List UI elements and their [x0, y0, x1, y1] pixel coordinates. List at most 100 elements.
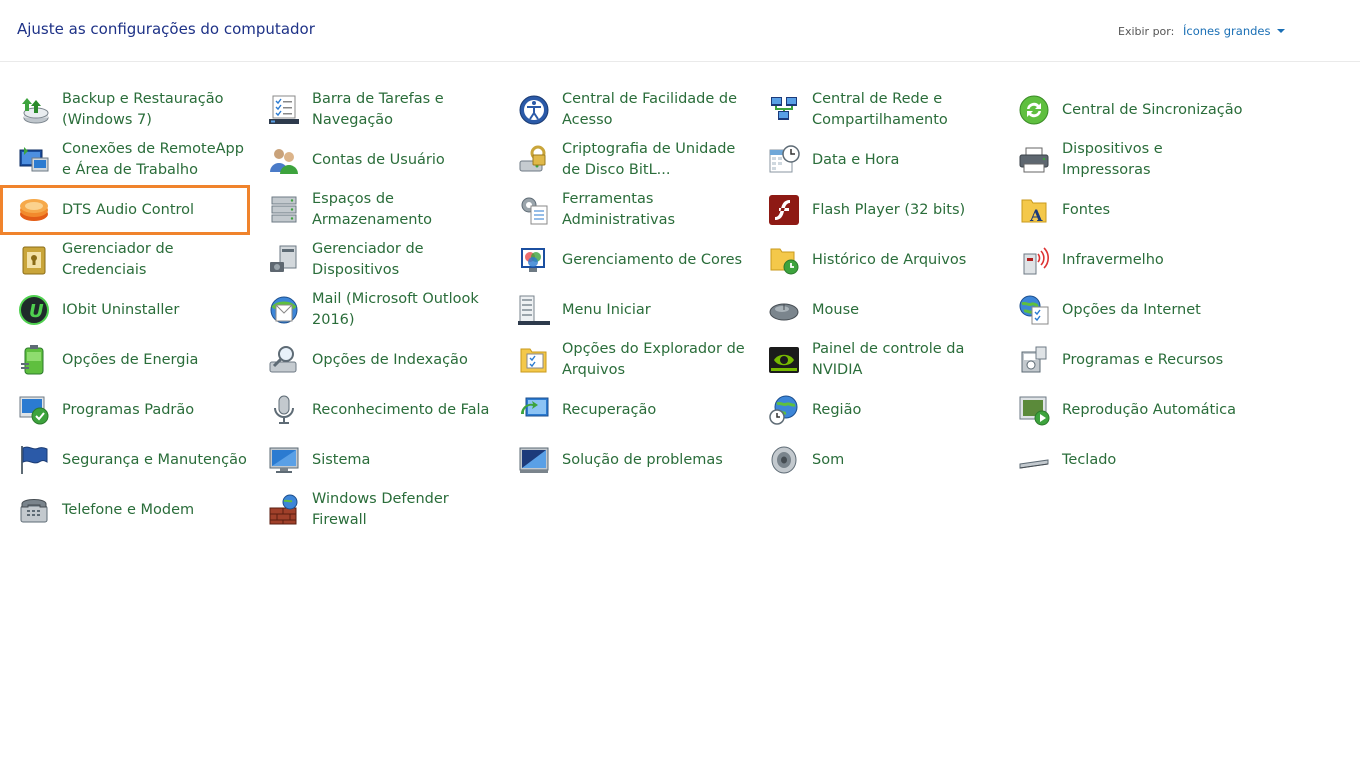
control-panel-grid: Backup e Restauração (Windows 7) Barra de…	[0, 85, 1250, 535]
control-panel-item-nvidia[interactable]: Painel de controle da NVIDIA	[750, 335, 1000, 385]
control-panel-item-label[interactable]: Opções da Internet	[1062, 300, 1250, 321]
control-panel-item-label[interactable]: Recuperação	[562, 400, 750, 421]
control-panel-item-mail[interactable]: Mail (Microsoft Outlook 2016)	[250, 285, 500, 335]
control-panel-item-label[interactable]: Criptografia de Unidade de Disco BitL...	[562, 139, 750, 181]
control-panel-item-default-programs[interactable]: Programas Padrão	[0, 385, 250, 435]
control-panel-item-label[interactable]: Programas e Recursos	[1062, 350, 1250, 371]
control-panel-item-microphone[interactable]: Reconhecimento de Fala	[250, 385, 500, 435]
control-panel-item-calendar-clock[interactable]: Data e Hora	[750, 135, 1000, 185]
start-menu-icon	[518, 294, 550, 326]
control-panel-item-device-manager[interactable]: Gerenciador de Dispositivos	[250, 235, 500, 285]
control-panel-item-label[interactable]: Região	[812, 400, 1000, 421]
view-by-value[interactable]: Ícones grandes	[1183, 24, 1271, 38]
control-panel-item-label[interactable]: Reconhecimento de Fala	[312, 400, 500, 421]
control-panel-item-label[interactable]: Dispositivos e Impressoras	[1062, 139, 1250, 181]
control-panel-item-folder-options[interactable]: Opções do Explorador de Arquivos	[500, 335, 750, 385]
control-panel-item-label[interactable]: Espaços de Armazenamento	[312, 189, 500, 231]
control-panel-item-programs[interactable]: Programas e Recursos	[1000, 335, 1250, 385]
control-panel-item-troubleshooting[interactable]: Solução de problemas	[500, 435, 750, 485]
chevron-down-icon	[1276, 29, 1285, 33]
control-panel-item-label[interactable]: Data e Hora	[812, 150, 1000, 171]
control-panel-item-label[interactable]: Segurança e Manutenção	[62, 450, 250, 471]
indexing-icon	[268, 344, 300, 376]
internet-options-icon	[1018, 294, 1050, 326]
control-panel-item-label[interactable]: Opções do Explorador de Arquivos	[562, 339, 750, 381]
control-panel-item-phone-modem[interactable]: Telefone e Modem	[0, 485, 250, 535]
control-panel-item-label[interactable]: Teclado	[1062, 450, 1250, 471]
control-panel-item-label[interactable]: Histórico de Arquivos	[812, 250, 1000, 271]
view-by-dropdown[interactable]: Ícones grandes	[1183, 24, 1285, 38]
control-panel-item-backup[interactable]: Backup e Restauração (Windows 7)	[0, 85, 250, 135]
flag-icon	[18, 444, 50, 476]
control-panel-item-autoplay[interactable]: Reprodução Automática	[1000, 385, 1250, 435]
control-panel-item-dts-audio[interactable]: DTS Audio Control	[0, 185, 250, 235]
control-panel-item-label[interactable]: Gerenciador de Credenciais	[62, 239, 250, 281]
control-panel-item-firewall[interactable]: Windows Defender Firewall	[250, 485, 500, 535]
control-panel-item-label[interactable]: Mail (Microsoft Outlook 2016)	[312, 289, 500, 331]
mail-icon	[268, 294, 300, 326]
color-management-icon	[518, 244, 550, 276]
control-panel-item-flag[interactable]: Segurança e Manutenção	[0, 435, 250, 485]
control-panel-item-label[interactable]: Backup e Restauração (Windows 7)	[62, 89, 250, 131]
control-panel-item-recovery[interactable]: Recuperação	[500, 385, 750, 435]
control-panel-item-label[interactable]: Ferramentas Administrativas	[562, 189, 750, 231]
power-icon	[18, 344, 50, 376]
control-panel-item-iobit[interactable]: U IObit Uninstaller	[0, 285, 250, 335]
control-panel-item-indexing[interactable]: Opções de Indexação	[250, 335, 500, 385]
control-panel-item-remoteapp[interactable]: Conexões de RemoteApp e Área de Trabalho	[0, 135, 250, 185]
control-panel-item-label[interactable]: Gerenciamento de Cores	[562, 250, 750, 271]
control-panel-item-label[interactable]: Reprodução Automática	[1062, 400, 1250, 421]
control-panel-item-label[interactable]: IObit Uninstaller	[62, 300, 250, 321]
control-panel-item-infrared[interactable]: Infravermelho	[1000, 235, 1250, 285]
control-panel-item-user-accounts[interactable]: Contas de Usuário	[250, 135, 500, 185]
globe-clock-icon	[768, 394, 800, 426]
control-panel-item-label[interactable]: Solução de problemas	[562, 450, 750, 471]
control-panel-item-taskbar[interactable]: Barra de Tarefas e Navegação	[250, 85, 500, 135]
recovery-icon	[518, 394, 550, 426]
control-panel-item-power[interactable]: Opções de Energia	[0, 335, 250, 385]
control-panel-item-label[interactable]: Mouse	[812, 300, 1000, 321]
control-panel-item-label[interactable]: Conexões de RemoteApp e Área de Trabalho	[62, 139, 250, 181]
control-panel-item-label[interactable]: Central de Rede e Compartilhamento	[812, 89, 1000, 131]
control-panel-item-label[interactable]: Central de Sincronização	[1062, 100, 1250, 121]
control-panel-item-label[interactable]: Central de Facilidade de Acesso	[562, 89, 750, 131]
control-panel-item-label[interactable]: Barra de Tarefas e Navegação	[312, 89, 500, 131]
page-title: Ajuste as configurações do computador	[17, 20, 315, 38]
folder-options-icon	[518, 344, 550, 376]
control-panel-item-label[interactable]: Gerenciador de Dispositivos	[312, 239, 500, 281]
control-panel-item-keyboard[interactable]: Teclado	[1000, 435, 1250, 485]
control-panel-item-label[interactable]: Menu Iniciar	[562, 300, 750, 321]
control-panel-item-label[interactable]: Telefone e Modem	[62, 500, 250, 521]
control-panel-item-ease-of-access[interactable]: Central de Facilidade de Acesso	[500, 85, 750, 135]
control-panel-item-network[interactable]: Central de Rede e Compartilhamento	[750, 85, 1000, 135]
control-panel-item-speaker[interactable]: Som	[750, 435, 1000, 485]
control-panel-item-label[interactable]: DTS Audio Control	[62, 200, 250, 221]
control-panel-item-label[interactable]: Sistema	[312, 450, 500, 471]
control-panel-item-label[interactable]: Programas Padrão	[62, 400, 250, 421]
control-panel-item-start-menu[interactable]: Menu Iniciar	[500, 285, 750, 335]
control-panel-item-printer[interactable]: Dispositivos e Impressoras	[1000, 135, 1250, 185]
control-panel-item-flash[interactable]: Flash Player (32 bits)	[750, 185, 1000, 235]
control-panel-item-color-management[interactable]: Gerenciamento de Cores	[500, 235, 750, 285]
control-panel-item-computer[interactable]: Sistema	[250, 435, 500, 485]
control-panel-item-label[interactable]: Infravermelho	[1062, 250, 1250, 271]
control-panel-item-mouse[interactable]: Mouse	[750, 285, 1000, 335]
control-panel-item-file-history[interactable]: Histórico de Arquivos	[750, 235, 1000, 285]
control-panel-item-internet-options[interactable]: Opções da Internet	[1000, 285, 1250, 335]
firewall-icon	[268, 494, 300, 526]
control-panel-item-sync[interactable]: Central de Sincronização	[1000, 85, 1250, 135]
control-panel-item-label[interactable]: Som	[812, 450, 1000, 471]
control-panel-item-label[interactable]: Fontes	[1062, 200, 1250, 221]
control-panel-item-label[interactable]: Windows Defender Firewall	[312, 489, 500, 531]
control-panel-item-admin-tools[interactable]: Ferramentas Administrativas	[500, 185, 750, 235]
control-panel-item-credentials[interactable]: Gerenciador de Credenciais	[0, 235, 250, 285]
control-panel-item-label[interactable]: Opções de Energia	[62, 350, 250, 371]
control-panel-item-bitlocker[interactable]: Criptografia de Unidade de Disco BitL...	[500, 135, 750, 185]
control-panel-item-fonts[interactable]: A Fontes	[1000, 185, 1250, 235]
control-panel-item-label[interactable]: Painel de controle da NVIDIA	[812, 339, 1000, 381]
control-panel-item-globe-clock[interactable]: Região	[750, 385, 1000, 435]
control-panel-item-label[interactable]: Opções de Indexação	[312, 350, 500, 371]
control-panel-item-label[interactable]: Flash Player (32 bits)	[812, 200, 1000, 221]
control-panel-item-storage-spaces[interactable]: Espaços de Armazenamento	[250, 185, 500, 235]
control-panel-item-label[interactable]: Contas de Usuário	[312, 150, 500, 171]
